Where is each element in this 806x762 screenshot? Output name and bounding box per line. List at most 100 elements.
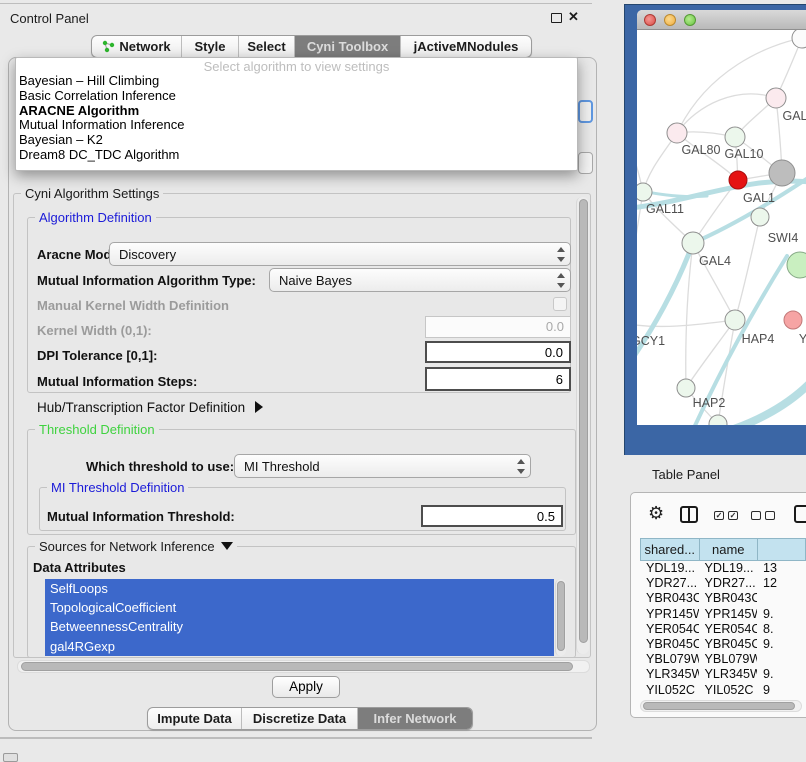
table-row[interactable]: YBR043CYBR043C	[640, 591, 806, 606]
group-title: Cyni Algorithm Settings	[21, 186, 163, 201]
minimize-traffic-light-icon[interactable]	[664, 14, 676, 26]
mi-steps-field[interactable]: 6	[425, 367, 571, 391]
attribute-item[interactable]: SelfLoops	[45, 579, 554, 598]
deselect-all-checkboxes-icon[interactable]	[751, 511, 775, 520]
data-attributes-list[interactable]: SelfLoopsTopologicalCoefficientBetweenne…	[45, 579, 554, 656]
table-row[interactable]: YBL079WYBL079W	[640, 652, 806, 667]
table-row[interactable]: YIL052CYIL052C9	[640, 683, 806, 698]
kernel-width-field[interactable]: 0.0	[425, 316, 571, 338]
scrollbar-thumb[interactable]	[579, 199, 588, 643]
mi-algorithm-type-combobox[interactable]: Naive Bayes	[269, 268, 571, 292]
table-cell: 9.	[757, 637, 806, 652]
aracne-mode-combobox[interactable]: Discovery	[109, 242, 571, 266]
network-canvas[interactable]: GALGAL80GAL10GAL1GAL11SWI4GAL4GCY1HAP4YH…	[637, 30, 806, 425]
dpi-tolerance-field[interactable]: 0.0	[425, 341, 571, 363]
column-header[interactable]: shared...	[640, 538, 699, 561]
algorithm-option[interactable]: Bayesian – K2	[16, 133, 577, 148]
table-cell: 13	[757, 561, 806, 576]
expander-label: Hub/Transcription Factor Definition	[37, 400, 245, 415]
scrollbar-thumb[interactable]	[643, 702, 795, 710]
float-window-icon[interactable]	[551, 13, 562, 23]
table-row[interactable]: YER054CYER054C8.	[640, 622, 806, 637]
tab-network[interactable]: Network	[92, 36, 181, 57]
network-node[interactable]	[709, 415, 727, 425]
group-title: Sources for Network Inference	[35, 539, 237, 554]
zoom-traffic-light-icon[interactable]	[684, 14, 696, 26]
table-row[interactable]: YDL19...YDL19...13	[640, 561, 806, 576]
table-function-icon[interactable]	[794, 505, 806, 523]
table-row[interactable]: YLR345WYLR345W9.	[640, 667, 806, 682]
column-header[interactable]	[757, 538, 806, 561]
network-node[interactable]	[725, 310, 745, 330]
network-graph: GALGAL80GAL10GAL1GAL11SWI4GAL4GCY1HAP4YH…	[637, 30, 806, 425]
hub-factor-expander[interactable]: Hub/Transcription Factor Definition	[37, 400, 263, 415]
tab-select[interactable]: Select	[238, 36, 294, 57]
table-body: YDL19...YDL19...13YDR27...YDR27...12YBR0…	[640, 561, 806, 698]
table-row[interactable]: YBR045CYBR045C9.	[640, 637, 806, 652]
algorithm-option[interactable]: Basic Correlation Inference	[16, 89, 577, 104]
table-row[interactable]: YPR145WYPR145W9.	[640, 607, 806, 622]
manual-kernel-checkbox[interactable]	[553, 297, 567, 311]
table-cell: YBR045C	[699, 637, 758, 652]
select-all-checkboxes-icon[interactable]: ✓ ✓	[714, 511, 738, 520]
network-node[interactable]	[677, 379, 695, 397]
split-columns-icon[interactable]	[680, 506, 698, 523]
network-combobox-edge[interactable]	[578, 152, 593, 174]
algorithm-option[interactable]: Bayesian – Hill Climbing	[16, 74, 577, 89]
table-row[interactable]: YDR27...YDR27...12	[640, 576, 806, 591]
table-cell: YDL19...	[699, 561, 758, 576]
mi-threshold-field[interactable]: 0.5	[421, 505, 563, 527]
network-node[interactable]	[784, 311, 802, 329]
attribute-item[interactable]: gal4RGexp	[45, 637, 554, 656]
checked-box-glyph: ✓	[714, 511, 724, 520]
network-window[interactable]: GALGAL80GAL10GAL1GAL11SWI4GAL4GCY1HAP4YH…	[637, 10, 806, 425]
close-icon[interactable]: ✕	[568, 9, 579, 25]
network-node[interactable]	[682, 232, 704, 254]
network-node[interactable]	[667, 123, 687, 143]
attribute-item[interactable]: TopologicalCoefficient	[45, 598, 554, 617]
tab-discretize-data[interactable]: Discretize Data	[241, 708, 357, 729]
close-traffic-light-icon[interactable]	[644, 14, 656, 26]
tab-jactivemnodules[interactable]: jActiveMNodules	[400, 36, 531, 57]
tab-cyni-toolbox[interactable]: Cyni Toolbox	[294, 36, 400, 57]
network-node[interactable]	[766, 88, 786, 108]
scrollbar-thumb[interactable]	[21, 662, 573, 671]
attribute-item[interactable]: BetweennessCentrality	[45, 617, 554, 636]
cyni-mode-tabbar: Impute Data Discretize Data Infer Networ…	[147, 707, 473, 730]
network-node[interactable]	[729, 171, 747, 189]
settings-horizontal-scrollbar[interactable]	[17, 660, 590, 673]
network-node[interactable]	[769, 160, 795, 186]
network-node[interactable]	[637, 183, 652, 201]
which-threshold-combobox[interactable]: MI Threshold	[234, 454, 531, 478]
network-node[interactable]	[787, 252, 806, 278]
network-node[interactable]	[792, 30, 806, 48]
settings-vertical-scrollbar[interactable]	[576, 197, 589, 654]
tab-label: jActiveMNodules	[414, 39, 519, 54]
panel-bottom-divider	[0, 737, 592, 739]
gear-icon[interactable]: ⚙	[648, 503, 664, 524]
network-window-titlebar[interactable]	[637, 10, 806, 30]
table-cell: YLR345W	[699, 667, 758, 682]
table-header-row: shared...name	[640, 538, 806, 561]
tab-infer-network[interactable]: Infer Network	[357, 708, 472, 729]
inference-algorithm-combobox-edge[interactable]	[578, 100, 593, 123]
tab-impute-data[interactable]: Impute Data	[148, 708, 241, 729]
field-value: 0.5	[537, 509, 555, 524]
algorithm-option[interactable]: ARACNE Algorithm	[16, 104, 577, 119]
tab-style[interactable]: Style	[181, 36, 238, 57]
stepper-icon	[556, 273, 565, 288]
apply-button[interactable]: Apply	[272, 676, 340, 698]
node-label: SWI4	[768, 231, 799, 245]
table-horizontal-scrollbar[interactable]	[640, 700, 802, 712]
attributes-vertical-scrollbar[interactable]	[555, 579, 566, 656]
minimized-panel-icon[interactable]	[3, 753, 18, 762]
table-cell: YDL19...	[640, 561, 699, 576]
scrollbar-thumb[interactable]	[557, 581, 565, 651]
column-header[interactable]: name	[699, 538, 758, 561]
stepper-icon	[556, 247, 565, 262]
network-node[interactable]	[725, 127, 745, 147]
algorithm-option[interactable]: Mutual Information Inference	[16, 118, 577, 133]
table-panel-title: Table Panel	[652, 467, 720, 482]
algorithm-option[interactable]: Dream8 DC_TDC Algorithm	[16, 148, 577, 163]
network-node[interactable]	[751, 208, 769, 226]
